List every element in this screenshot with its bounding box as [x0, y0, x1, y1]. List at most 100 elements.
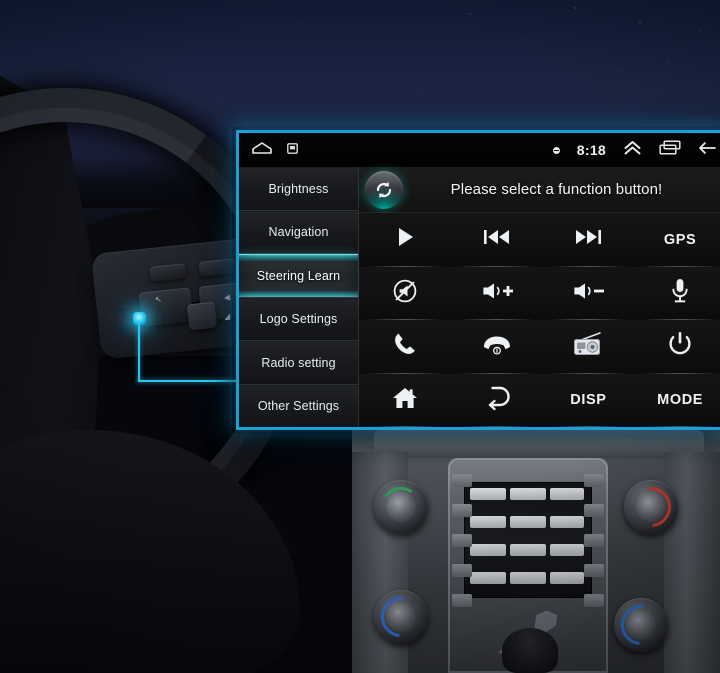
console-softkey — [584, 564, 604, 577]
keypad-key — [510, 572, 546, 584]
phone-answer-icon — [392, 331, 418, 362]
console-softkey — [452, 534, 472, 547]
callout-line-horizontal — [138, 380, 244, 382]
callout-line-vertical — [138, 322, 140, 382]
sidebar-item-label: Navigation — [268, 225, 329, 240]
function-button-mode[interactable]: MODE — [634, 373, 720, 427]
keypad-key — [550, 572, 584, 584]
home-icon — [391, 385, 419, 416]
function-button-gps[interactable]: GPS — [634, 213, 720, 267]
console-softkey — [584, 474, 604, 487]
mute-dot-icon — [552, 146, 560, 154]
console-softkey — [452, 474, 472, 487]
console-softkey — [452, 594, 472, 607]
function-button-volume-up[interactable] — [450, 266, 543, 320]
sidebar-item-label: Brightness — [268, 181, 329, 196]
recent-apps-icon[interactable] — [287, 141, 298, 159]
sidebar-item-label: Logo Settings — [259, 312, 338, 327]
head-unit-panel: 8:18 Brightness Navigation Steering Lear… — [236, 130, 720, 430]
console-softkey — [584, 504, 604, 517]
climate-knob-right-top — [622, 478, 680, 536]
home-icon[interactable] — [251, 141, 273, 160]
back-icon[interactable] — [698, 141, 716, 160]
function-button-next[interactable] — [542, 213, 635, 267]
function-button-hangup-call[interactable] — [450, 320, 543, 374]
function-button-disp[interactable]: DISP — [542, 373, 635, 427]
microphone-icon — [669, 277, 691, 310]
function-button-play[interactable] — [359, 213, 451, 267]
keypad-key — [550, 516, 584, 528]
previous-icon — [482, 226, 512, 253]
volume-up-icon — [480, 279, 514, 308]
content-header: Please select a function button! — [359, 167, 720, 213]
center-console — [352, 430, 720, 673]
keypad-key — [470, 488, 506, 500]
back-arrow-icon — [483, 384, 511, 417]
climate-knob-left-bottom — [372, 588, 430, 646]
status-bar-clock: 8:18 — [576, 142, 606, 158]
function-button-label: GPS — [663, 231, 697, 248]
keypad-key — [550, 544, 584, 556]
function-button-answer-call[interactable] — [359, 320, 451, 374]
chevron-up-icon[interactable] — [623, 140, 642, 161]
function-button-home[interactable] — [359, 373, 451, 427]
function-button-back[interactable] — [450, 373, 543, 427]
function-button-radio[interactable] — [542, 320, 635, 374]
keypad-key — [510, 516, 546, 528]
function-button-power[interactable] — [634, 320, 720, 374]
steering-glyph-volume: ◀ — [223, 292, 231, 303]
sidebar-item-logo-settings[interactable]: Logo Settings — [239, 297, 358, 341]
sidebar-item-other-settings[interactable]: Other Settings — [239, 384, 358, 427]
page-title: Please select a function button! — [450, 181, 663, 198]
sidebar-item-label: Radio setting — [261, 355, 336, 370]
sidebar-item-steering-learn[interactable]: Steering Learn — [239, 254, 358, 298]
steering-glyph-source: ◢ — [223, 311, 231, 322]
steering-learn-panel: Please select a function button! GPS DIS… — [359, 167, 720, 427]
function-button-mute[interactable] — [359, 266, 451, 320]
console-hood — [374, 430, 704, 458]
steering-wheel-lower — [0, 430, 300, 673]
sidebar-item-navigation[interactable]: Navigation — [239, 210, 358, 254]
status-bar: 8:18 — [239, 133, 720, 167]
function-button-label: DISP — [570, 392, 607, 409]
function-button-voice[interactable] — [634, 266, 720, 320]
gear-shifter — [502, 628, 558, 673]
next-icon — [573, 226, 603, 253]
climate-knob-right-bottom — [612, 596, 670, 654]
function-button-grid: GPS DISP MODE — [359, 213, 720, 427]
keypad-key — [510, 544, 546, 556]
phone-hangup-icon — [481, 332, 513, 361]
keypad-key — [550, 488, 584, 500]
keypad-key — [510, 488, 546, 500]
sidebar-item-radio-setting[interactable]: Radio setting — [239, 341, 358, 385]
keypad-key — [470, 544, 506, 556]
console-softkey — [452, 564, 472, 577]
console-keypad — [464, 482, 592, 598]
sidebar-item-brightness[interactable]: Brightness — [239, 167, 358, 211]
multitask-icon[interactable] — [659, 140, 681, 160]
console-softkey — [452, 504, 472, 517]
function-button-previous[interactable] — [450, 213, 543, 267]
settings-sidebar: Brightness Navigation Steering Learn Log… — [239, 167, 359, 427]
steering-button-pad-3 — [138, 287, 194, 327]
mute-icon — [391, 277, 419, 310]
play-icon — [392, 224, 418, 255]
steering-dpad-center — [186, 301, 218, 331]
console-trim-right — [664, 452, 720, 673]
keypad-key — [470, 516, 506, 528]
function-button-label: MODE — [657, 392, 704, 409]
function-button-volume-down[interactable] — [542, 266, 635, 320]
reset-icon[interactable] — [365, 170, 403, 209]
steering-glyph-phone: ↖ — [154, 294, 163, 305]
keypad-key — [470, 572, 506, 584]
radio-icon — [572, 330, 604, 363]
sidebar-item-label: Other Settings — [257, 399, 340, 414]
climate-knob-left-top — [374, 480, 428, 534]
knob-indicator — [377, 483, 425, 531]
sidebar-item-label: Steering Learn — [256, 268, 341, 283]
screenshot-root: ↖ ◀ ◢ 8:18 Brightness Navigation Steerin… — [0, 0, 720, 673]
console-softkey — [584, 534, 604, 547]
volume-down-icon — [571, 279, 605, 308]
console-softkey — [584, 594, 604, 607]
power-icon — [667, 330, 693, 363]
